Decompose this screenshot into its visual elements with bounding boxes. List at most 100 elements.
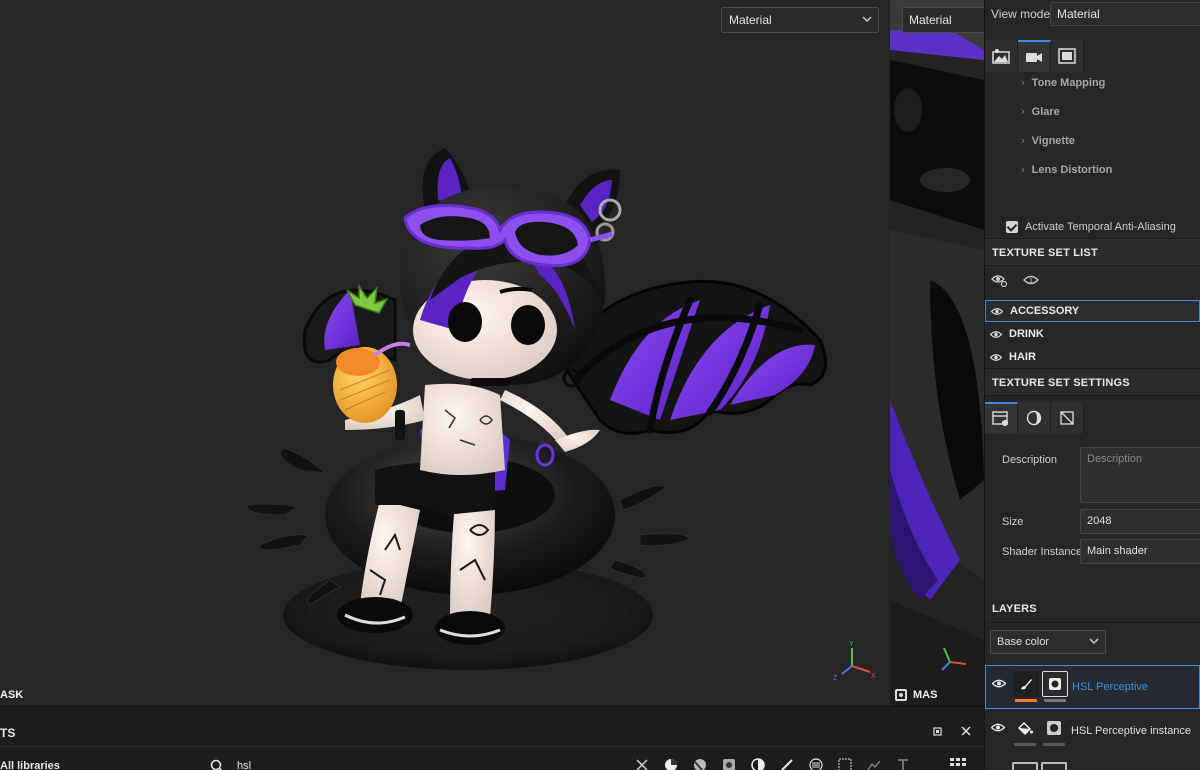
material-filter-icon[interactable] xyxy=(661,757,681,770)
layer-thumbnail-partial xyxy=(1012,762,1038,770)
chevron-right-icon: › xyxy=(1021,164,1025,176)
smart-material-filter-icon[interactable] xyxy=(690,757,710,770)
fill-bucket-icon xyxy=(1012,715,1038,741)
tab-camera[interactable] xyxy=(1018,40,1051,72)
tab-environment[interactable] xyxy=(985,40,1018,72)
viewport-2d[interactable]: Material MAS xyxy=(890,0,984,706)
uv-icon xyxy=(1060,411,1074,425)
eye-solo-icon[interactable]: 1 xyxy=(1023,273,1039,287)
uv-render xyxy=(890,0,984,706)
mask-thumbnail-icon[interactable] xyxy=(1041,715,1067,741)
tab-frame[interactable] xyxy=(1051,40,1084,72)
tab-shader[interactable] xyxy=(1018,402,1051,434)
tree-item-label: Vignette xyxy=(1031,135,1075,147)
eye-settings-icon[interactable] xyxy=(991,273,1007,287)
eye-icon[interactable] xyxy=(991,722,1005,733)
mask-filter-icon[interactable] xyxy=(719,757,739,770)
viewport-2d-mode-label: MAS xyxy=(895,689,937,701)
channel-select[interactable]: Base color xyxy=(990,630,1106,654)
texture-set-list-header: TEXTURE SET LIST xyxy=(985,238,1200,266)
viewport-material-select[interactable]: Material xyxy=(721,7,879,33)
properties-panel: View mode Material › Tone Mapping › Glare … xyxy=(984,0,1200,770)
grid-view-icon[interactable] xyxy=(950,758,966,770)
texture-set-name: HAIR xyxy=(1009,351,1036,363)
layer-name: HSL Perceptive xyxy=(1072,681,1149,693)
settings-grid-icon xyxy=(992,411,1008,426)
brush-filter-icon[interactable] xyxy=(777,757,797,770)
environment-icon xyxy=(992,49,1010,64)
camera-icon xyxy=(1026,53,1042,62)
tree-item-label: Tone Mapping xyxy=(1031,77,1106,89)
size-field[interactable]: 2048 xyxy=(1080,509,1200,534)
mask-thumbnail-partial xyxy=(1041,762,1067,770)
sphere-icon xyxy=(1026,410,1042,426)
tree-item-label: Glare xyxy=(1031,106,1060,118)
taa-checkbox[interactable] xyxy=(1006,221,1018,233)
chevron-right-icon: › xyxy=(1021,135,1025,147)
layer-name: HSL Perceptive instance xyxy=(1071,725,1192,737)
texture-set-item-accessory[interactable]: ACCESSORY xyxy=(985,300,1200,322)
texture-set-list-toolbar: 1 xyxy=(991,273,1039,287)
close-icon[interactable] xyxy=(960,725,972,737)
view-mode-select[interactable]: Material xyxy=(1050,2,1200,26)
undock-icon[interactable] xyxy=(932,725,944,737)
library-selector[interactable]: All libraries xyxy=(0,760,60,770)
clear-filter-icon[interactable] xyxy=(632,757,652,770)
display-settings-tabs xyxy=(985,40,1084,72)
uv-axis-gizmo-icon xyxy=(941,647,967,671)
tree-item-glare[interactable]: › Glare xyxy=(1021,106,1060,118)
texture-set-item-drink[interactable]: DRINK xyxy=(985,323,1200,345)
search-icon xyxy=(210,759,223,770)
eye-icon[interactable] xyxy=(991,307,1003,316)
tab-uv[interactable] xyxy=(1051,402,1084,434)
layer-row-hsl-perceptive[interactable]: HSL Perceptive xyxy=(985,665,1200,709)
layers-header: LAYERS xyxy=(985,595,1200,623)
chevron-right-icon: › xyxy=(1021,77,1025,89)
shelf-filter-bar xyxy=(632,757,913,770)
texture-filter-icon[interactable] xyxy=(806,757,826,770)
chevron-down-icon xyxy=(1089,638,1099,645)
taa-label: Activate Temporal Anti-Aliasing xyxy=(1025,221,1176,233)
axis-gizmo-icon: Y X Z xyxy=(833,641,876,682)
texture-set-name: ACCESSORY xyxy=(1010,305,1080,317)
gizmo-z-label: Z xyxy=(833,675,838,682)
texture-set-settings-tabs xyxy=(985,402,1084,434)
mask-bar xyxy=(1043,743,1065,746)
tree-item-vignette[interactable]: › Vignette xyxy=(1021,135,1075,147)
mask-thumbnail-icon[interactable] xyxy=(1042,671,1068,697)
viewport-2d-mode-text: MAS xyxy=(913,689,938,701)
tree-item-lens-distortion[interactable]: › Lens Distortion xyxy=(1021,164,1112,176)
size-label: Size xyxy=(1002,516,1024,528)
svg-text:1: 1 xyxy=(1029,278,1033,285)
generator-filter-icon[interactable] xyxy=(748,757,768,770)
chevron-right-icon: › xyxy=(1021,106,1025,118)
shader-instance-label: Shader Instance xyxy=(1002,546,1083,558)
texture-set-name: DRINK xyxy=(1009,328,1044,340)
eye-icon[interactable] xyxy=(992,678,1006,689)
uv-material-select[interactable]: Material xyxy=(902,7,984,33)
text-filter-icon[interactable] xyxy=(893,757,913,770)
shelf-title-bar: TS xyxy=(0,717,984,747)
shader-instance-select[interactable]: Main shader xyxy=(1080,539,1200,564)
model-render xyxy=(246,148,828,670)
texture-set-settings-header: TEXTURE SET SETTINGS xyxy=(985,368,1200,396)
eye-icon[interactable] xyxy=(990,330,1002,339)
tab-texture-set-props[interactable] xyxy=(985,402,1018,434)
viewport-3d-mode-label: ASK xyxy=(0,689,24,701)
taa-checkbox-row[interactable]: Activate Temporal Anti-Aliasing xyxy=(1006,221,1176,233)
shelf-search-input[interactable]: hsl xyxy=(237,760,251,770)
layer-color-bar xyxy=(1015,699,1037,702)
environment-filter-icon[interactable] xyxy=(864,757,884,770)
eye-icon[interactable] xyxy=(990,353,1002,362)
viewport-3d[interactable]: Material Y X Z ASK xyxy=(0,0,890,706)
texture-set-item-hair[interactable]: HAIR xyxy=(985,346,1200,368)
uv-material-value: Material xyxy=(909,13,952,27)
alpha-filter-icon[interactable] xyxy=(835,757,855,770)
mask-bar xyxy=(1044,699,1066,702)
tree-item-tone-mapping[interactable]: › Tone Mapping xyxy=(1021,77,1105,89)
description-field[interactable]: Description xyxy=(1080,447,1200,503)
layer-row-hsl-perceptive-instance[interactable]: HSL Perceptive instance xyxy=(985,710,1200,754)
layer-row-next[interactable] xyxy=(985,755,1200,770)
chevron-down-icon xyxy=(862,16,872,23)
gizmo-y-label: Y xyxy=(849,641,854,648)
